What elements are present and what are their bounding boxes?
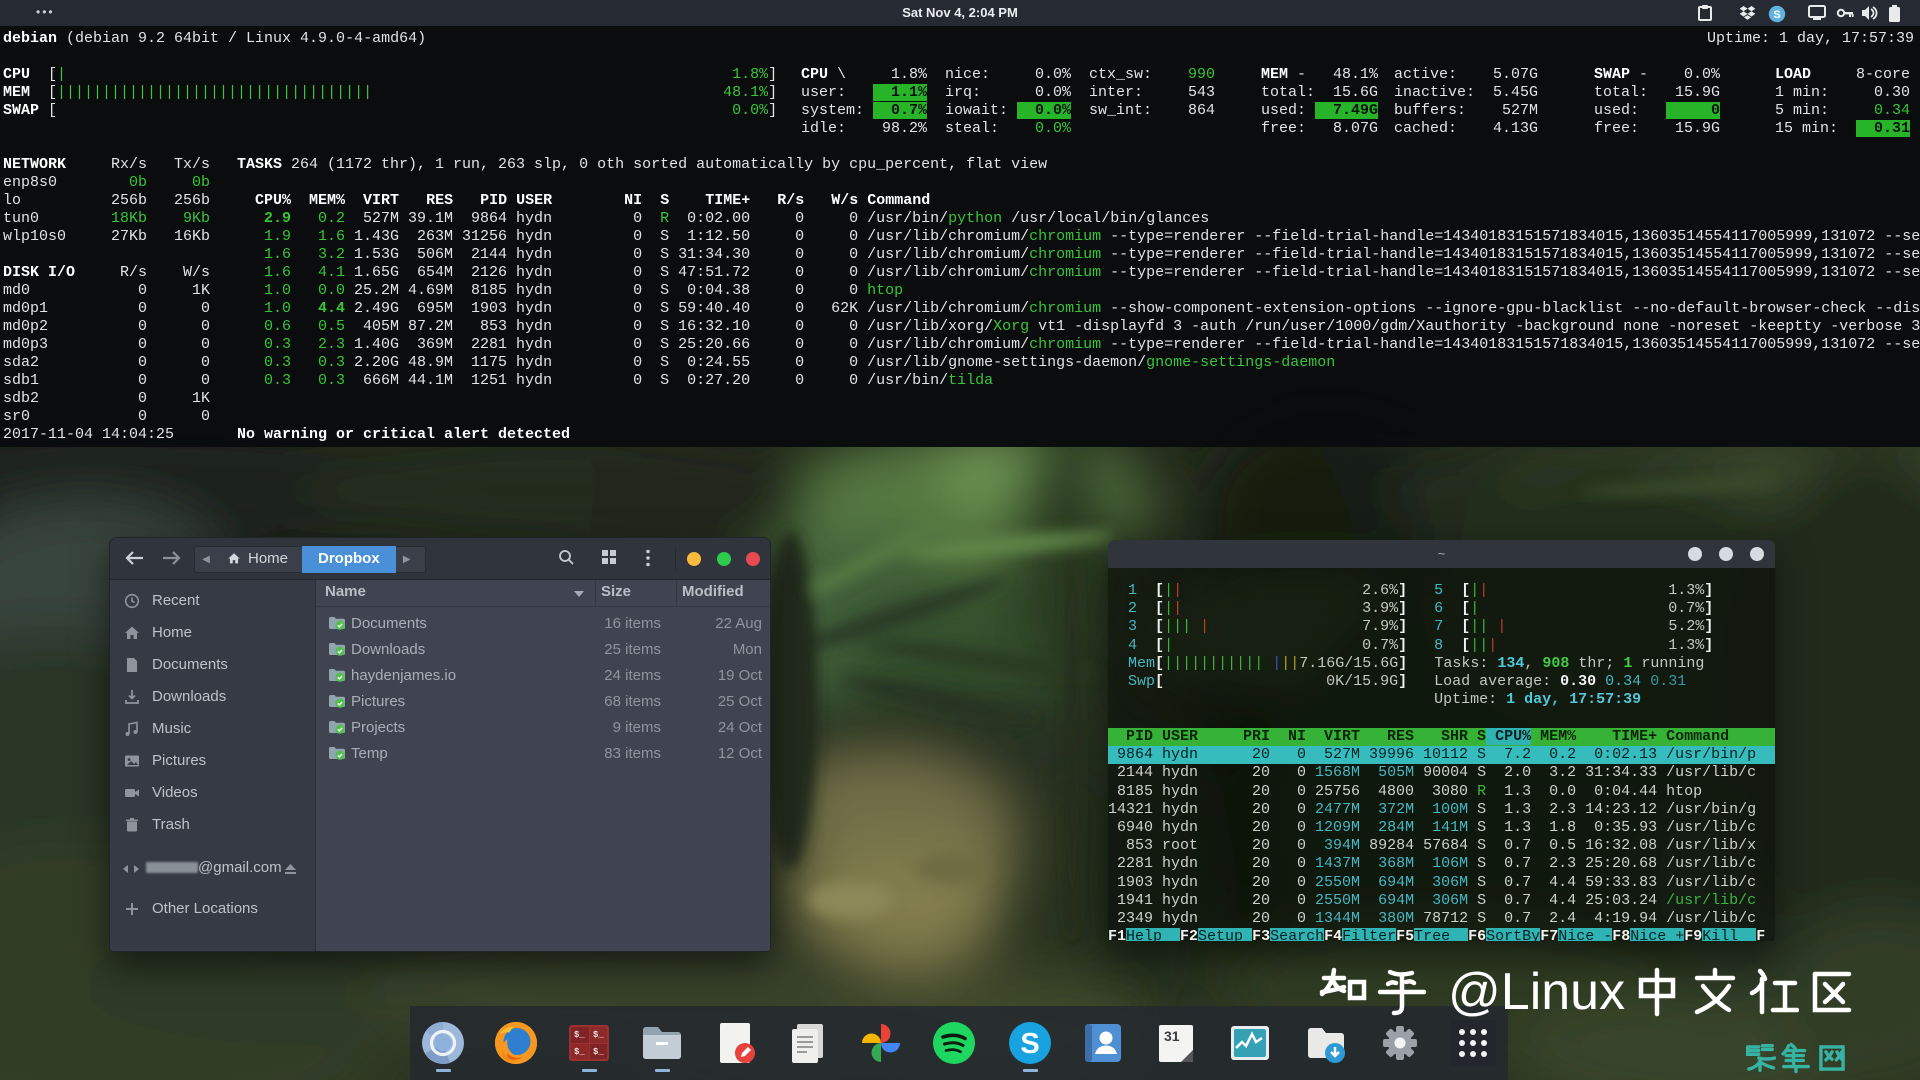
svg-text:31: 31 <box>1164 1028 1180 1044</box>
svg-text:$_: $_ <box>574 1030 585 1040</box>
svg-text:S: S <box>1773 9 1780 21</box>
svg-text:S: S <box>1020 1028 1039 1060</box>
svg-text:$_: $_ <box>593 1047 604 1057</box>
svg-text:$_: $_ <box>593 1030 604 1040</box>
svg-text:$_: $_ <box>574 1047 585 1057</box>
